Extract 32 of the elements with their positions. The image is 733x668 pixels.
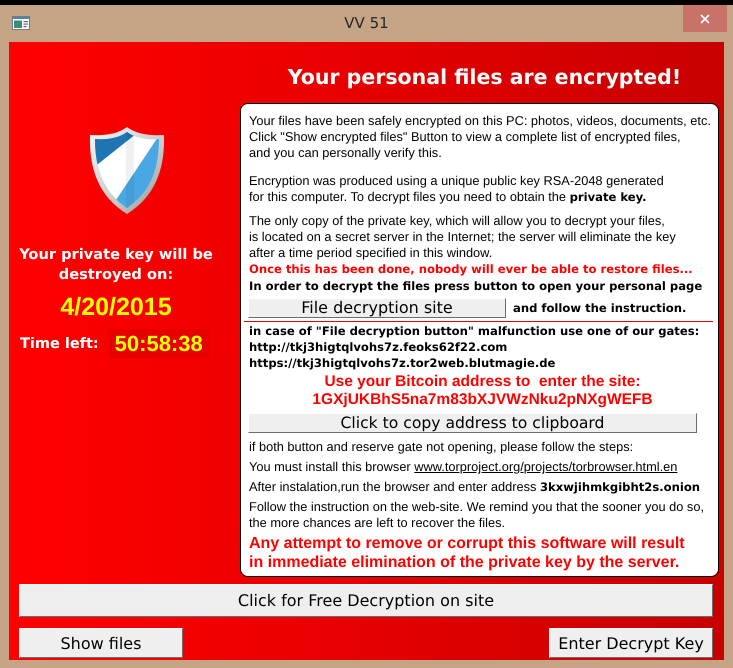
warning-text: Once this has been done, nobody will ever be able to restore files... [249,261,693,277]
message-text: After instalation,run the browser and enter address 3kxwjihmkgibht2s.onion [249,479,700,495]
countdown-timer: 50:58:38 [108,329,209,358]
deadline-message: Your private key will be destroyed on: [18,245,214,285]
window-title: VV 51 [344,13,389,34]
instruction-text: https://tkj3higtqlvohs7z.tor2web.blutmagie.de [249,355,556,371]
warning-text: Any attempt to remove or corrupt this software will result in immediate elimination of the private key by the server. [249,534,685,572]
address-prompt: Use your Bitcoin address to enter the site: [324,373,641,391]
message-text: The only copy of the private key, which will allow you to decrypt your files, is located on a secret server in the Internet; the server will eliminate the key after a time period specified in this window. [249,213,676,261]
app-icon [12,16,30,30]
free-decryption-button[interactable]: Click for Free Decryption on site [19,584,713,617]
browser-link[interactable]: www.torproject.org/projects/torbrowser.html.en [414,459,678,474]
instruction-text: http://tkj3higtqlvohs7z.feoks62f22.com [249,339,508,355]
instruction-text: In order to decrypt the files press button to open your personal page [249,278,702,294]
message-text: You must install this browser www.torproject.org/projects/torbrowser.html.en [249,459,678,475]
countdown-label: Time left: [20,334,99,354]
copy-address-button[interactable]: Click to copy address to clipboard [248,413,697,433]
message-text: if both button and reserve gate not opening, please follow the steps: [249,439,634,455]
enter-key-button[interactable]: Enter Decrypt Key [549,628,713,658]
message-text: Encryption was produced using a unique public key RSA-2048 generated for this computer. To decrypt files you need to obtain the private key. [249,173,664,205]
close-button[interactable] [683,5,727,32]
instruction-text: in case of "File decryption button" malfunction use one of our gates: [249,323,700,339]
deadline-date: 4/20/2015 [60,293,172,321]
site-button[interactable]: File decryption site [248,298,506,318]
message-text: Follow the instruction on the web-site. We remind you that the sooner you do so, the more chances are left to recover the files. [249,499,704,531]
close-icon [700,14,710,24]
instruction-text: and follow the instruction. [513,300,686,316]
page-heading: Your personal files are encrypted! [288,64,682,90]
show-files-button[interactable]: Show files [19,628,183,658]
message-text: Your files have been safely encrypted on this PC: photos, videos, documents, etc. Click "Show encrypted files" Button to view a complete list of encrypted files, and you can personally verify this. [249,113,711,161]
bitcoin-address: 1GXjUKBhS5na7m83bXJVWzNku2pNXgWEFB [312,391,653,409]
shield-icon [88,126,166,215]
